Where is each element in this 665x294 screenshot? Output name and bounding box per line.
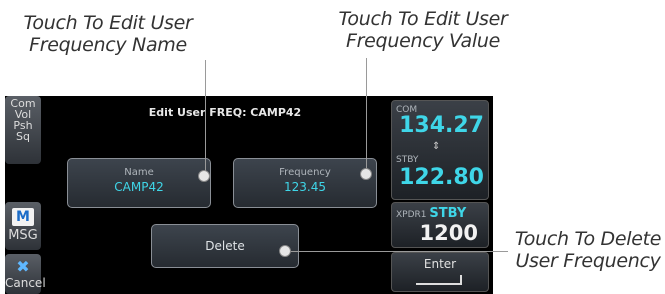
enter-arrow-icon: [416, 275, 462, 285]
xpdr-label: XPDR1 STBY: [396, 206, 467, 221]
leader-dot-frequency: [360, 168, 372, 180]
callout-delete: Touch To Delete User Frequency: [514, 228, 662, 272]
cancel-button[interactable]: ✖ Cancel: [5, 254, 46, 294]
cancel-icon: ✖: [16, 257, 30, 276]
com-standby-frequency: 122.80: [399, 165, 484, 190]
page-title: Edit User FREQ: CAMP42: [148, 106, 302, 119]
device-screen: Com Vol Psh Sq M MSG ✖ Cancel Edit User …: [5, 96, 493, 294]
com-vol-knob-label[interactable]: Com Vol Psh Sq: [5, 96, 41, 164]
frequency-button[interactable]: Frequency 123.45: [233, 158, 377, 208]
callout-edit-value: Touch To Edit User Frequency Value: [338, 8, 508, 52]
enter-button[interactable]: Enter: [391, 252, 489, 292]
delete-button[interactable]: Delete: [151, 224, 299, 268]
name-button[interactable]: Name CAMP42: [67, 158, 211, 208]
msg-icon: M: [12, 208, 34, 226]
leader-line-frequency: [366, 58, 367, 172]
callout-edit-name: Touch To Edit User Frequency Name: [23, 12, 193, 56]
com-active-frequency: 134.27: [399, 113, 484, 138]
com-frequency-panel[interactable]: COM 134.27 ⇕ STBY 122.80: [391, 100, 489, 200]
leader-dot-name: [198, 170, 210, 182]
leader-line-name: [205, 60, 206, 174]
msg-button[interactable]: M MSG: [5, 202, 41, 250]
leader-line-delete: [286, 251, 508, 252]
leader-dot-delete: [279, 245, 291, 257]
swap-arrows-icon: ⇕: [432, 141, 441, 152]
transponder-code: 1200: [419, 221, 478, 245]
transponder-panel[interactable]: XPDR1 STBY 1200: [391, 202, 489, 248]
